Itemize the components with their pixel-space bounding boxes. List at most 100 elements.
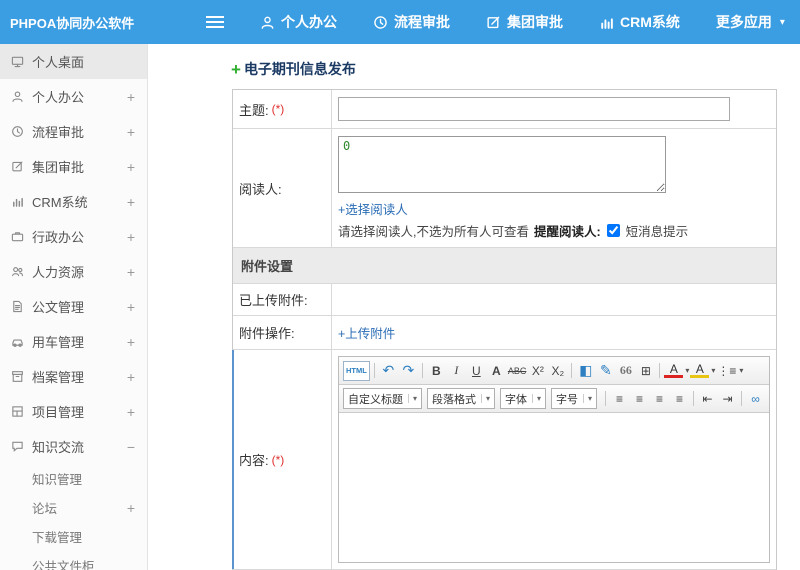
caret-down-icon[interactable]: ▾ xyxy=(711,366,715,375)
sidebar-item-admin-office[interactable]: 行政办公 + xyxy=(0,219,147,254)
nav-label: 集团审批 xyxy=(507,14,563,30)
add-icon: + xyxy=(231,59,241,79)
outdent-button[interactable]: ⇤ xyxy=(698,389,717,409)
sidebar-item-group-approval[interactable]: 集团审批 + xyxy=(0,149,147,184)
top-nav: 个人办公 流程审批 集团审批 CRM系统 更多应用 ▾ xyxy=(260,12,785,32)
bold-button[interactable]: B xyxy=(427,361,446,381)
readers-textarea[interactable]: 0 xyxy=(338,136,666,193)
caret-down-icon: ▾ xyxy=(532,394,541,403)
heading-select-value: 自定义标题 xyxy=(348,393,403,406)
nav-personal-office[interactable]: 个人办公 xyxy=(260,12,337,32)
font-button[interactable]: A xyxy=(487,361,506,381)
format-painter-button[interactable]: ✎ xyxy=(596,361,615,381)
strikethrough-button[interactable]: ABC xyxy=(507,361,528,381)
nav-workflow-approval[interactable]: 流程审批 xyxy=(373,12,450,32)
font-family-value: 字体 xyxy=(505,393,528,406)
expand-icon[interactable]: + xyxy=(127,264,135,280)
sidebar-item-personal-desktop[interactable]: 个人桌面 xyxy=(0,44,147,79)
content-row: 内容: (*) HTML ↶ ↷ B I U A ABC X² X₂ ◧ ✎ 6… xyxy=(232,350,776,570)
list-button[interactable]: ⋮≡ xyxy=(716,361,737,381)
indent-button[interactable]: ⇥ xyxy=(718,389,737,409)
menu-icon[interactable] xyxy=(206,13,224,31)
sidebar-subitem-label: 下载管理 xyxy=(32,531,83,545)
people-icon xyxy=(11,265,24,278)
undo-button[interactable]: ↶ xyxy=(379,361,398,381)
expand-icon[interactable]: + xyxy=(127,194,135,210)
collapse-icon[interactable]: − xyxy=(127,439,135,455)
paragraph-format-select[interactable]: 段落格式 ▾ xyxy=(427,388,496,409)
sidebar-item-project-management[interactable]: 项目管理 + xyxy=(0,394,147,429)
expand-icon[interactable]: + xyxy=(127,89,135,105)
expand-icon[interactable]: + xyxy=(127,159,135,175)
heading-select[interactable]: 自定义标题 ▾ xyxy=(343,388,423,409)
document-icon xyxy=(11,300,24,313)
expand-icon[interactable]: + xyxy=(127,299,135,315)
sidebar-subitem-public-file-cabinet[interactable]: 公共文件柜 xyxy=(0,551,147,570)
sidebar-item-label: 项目管理 xyxy=(32,405,85,420)
align-left-button[interactable]: ≡ xyxy=(610,389,629,409)
remove-format-button[interactable]: ◧ xyxy=(576,361,595,381)
uploaded-label-cell: 已上传附件: xyxy=(233,284,332,315)
expand-icon[interactable]: + xyxy=(127,369,135,385)
toolbar-separator xyxy=(741,391,743,406)
font-size-select[interactable]: 字号 ▾ xyxy=(551,388,598,409)
sidebar-subitem-forum[interactable]: 论坛 + xyxy=(0,493,147,522)
sms-checkbox[interactable] xyxy=(606,224,620,237)
insert-table-button[interactable]: ⊞ xyxy=(636,361,655,381)
subject-input[interactable] xyxy=(338,97,730,121)
insert-link-button[interactable]: ∞ xyxy=(746,389,765,409)
sidebar-subitem-download-management[interactable]: 下载管理 xyxy=(0,522,147,551)
caret-down-icon: ▾ xyxy=(408,394,417,403)
italic-button[interactable]: I xyxy=(447,361,466,381)
sidebar-item-label: 流程审批 xyxy=(32,125,85,140)
align-justify-button[interactable]: ≡ xyxy=(670,389,689,409)
sidebar-subitem-label: 知识管理 xyxy=(32,473,83,487)
uploaded-attachments-row: 已上传附件: xyxy=(233,284,776,316)
sidebar-item-workflow-approval[interactable]: 流程审批 + xyxy=(0,114,147,149)
toolbar-separator xyxy=(659,363,661,378)
subscript-button[interactable]: X₂ xyxy=(548,361,567,381)
clock-icon xyxy=(11,125,24,138)
toolbar-separator xyxy=(373,363,375,378)
source-code-button[interactable]: HTML xyxy=(343,360,370,381)
sidebar-item-hr[interactable]: 人力资源 + xyxy=(0,254,147,289)
sidebar-item-crm[interactable]: CRM系统 + xyxy=(0,184,147,219)
sidebar-item-archive-management[interactable]: 档案管理 + xyxy=(0,359,147,394)
sidebar-item-knowledge-exchange[interactable]: 知识交流 − xyxy=(0,429,147,464)
sidebar-item-doc-management[interactable]: 公文管理 + xyxy=(0,289,147,324)
font-color-button[interactable]: A xyxy=(664,363,684,378)
nav-group-approval[interactable]: 集团审批 xyxy=(486,12,563,32)
underline-button[interactable]: U xyxy=(467,361,486,381)
sidebar-item-label: 知识交流 xyxy=(32,440,85,455)
nav-crm[interactable]: CRM系统 xyxy=(599,12,680,32)
sidebar-item-personal-office[interactable]: 个人办公 + xyxy=(0,79,147,114)
expand-icon[interactable]: + xyxy=(127,334,135,350)
edit-icon xyxy=(486,15,501,30)
readers-value-cell: 0 +选择阅读人 请选择阅读人,不选为所有人可查看 提醒阅读人: 短消息提示 xyxy=(332,129,776,247)
sidebar-item-vehicle-management[interactable]: 用车管理 + xyxy=(0,324,147,359)
upload-attachment-link[interactable]: +上传附件 xyxy=(338,327,395,341)
expand-icon[interactable]: + xyxy=(127,404,135,420)
expand-icon[interactable]: + xyxy=(127,500,135,516)
redo-button[interactable]: ↷ xyxy=(399,361,418,381)
align-right-button[interactable]: ≡ xyxy=(650,389,669,409)
sms-label: 短消息提示 xyxy=(625,225,689,239)
editor-content-area[interactable] xyxy=(339,413,769,562)
caret-down-icon[interactable]: ▾ xyxy=(685,366,689,375)
blockquote-button[interactable]: 66 xyxy=(616,361,635,381)
choose-readers-link[interactable]: +选择阅读人 xyxy=(338,199,408,218)
toolbar-separator xyxy=(571,363,573,378)
sidebar-subitem-knowledge-management[interactable]: 知识管理 xyxy=(0,464,147,493)
expand-icon[interactable]: + xyxy=(127,124,135,140)
sidebar-item-label: CRM系统 xyxy=(32,195,88,210)
expand-icon[interactable]: + xyxy=(127,229,135,245)
superscript-button[interactable]: X² xyxy=(528,361,547,381)
publish-form: 主题: (*) 阅读人: 0 +选择阅读人 请选择阅读人,不选为所有人可查看 提… xyxy=(232,89,777,570)
nav-more-apps[interactable]: 更多应用 ▾ xyxy=(716,12,785,32)
align-center-button[interactable]: ≡ xyxy=(630,389,649,409)
sidebar-item-label: 用车管理 xyxy=(32,335,85,350)
font-family-select[interactable]: 字体 ▾ xyxy=(500,388,547,409)
insert-image-button[interactable]: ▦ xyxy=(766,389,769,409)
highlight-color-button[interactable]: A xyxy=(690,363,710,378)
caret-down-icon[interactable]: ▾ xyxy=(739,366,743,375)
